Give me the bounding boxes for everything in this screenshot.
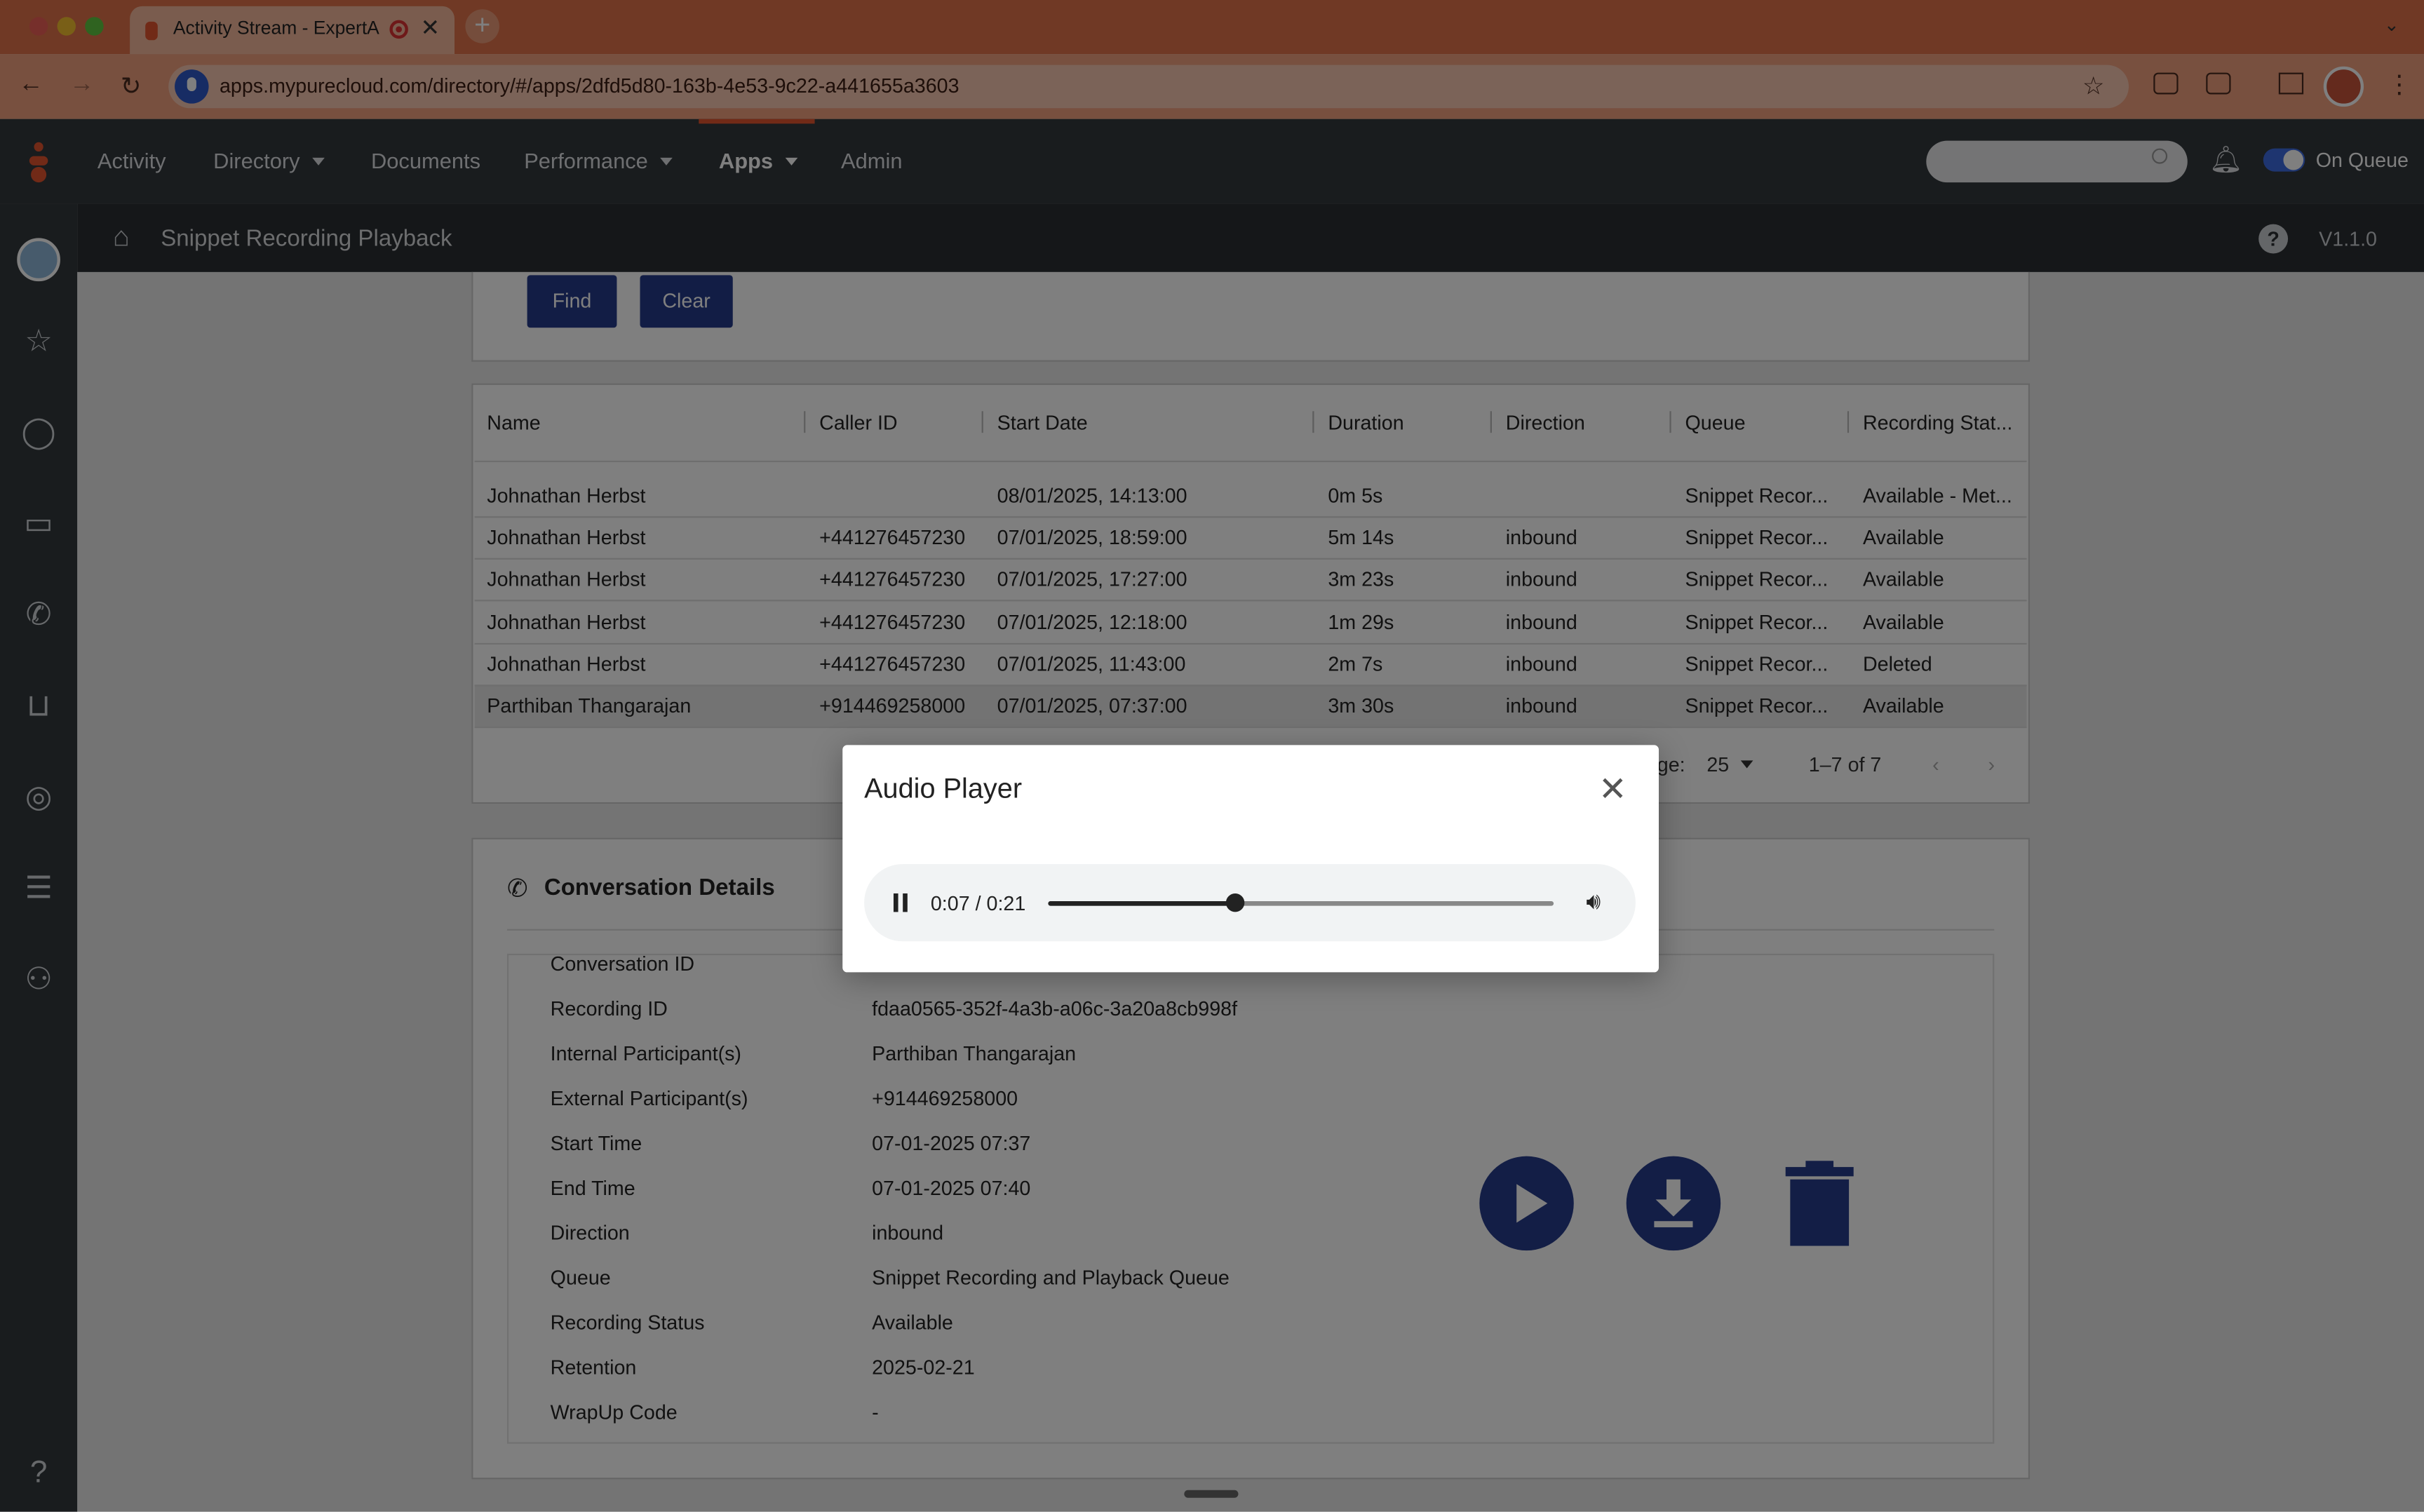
- volume-icon[interactable]: 🔊︎: [1586, 889, 1601, 914]
- close-icon[interactable]: ✕: [1598, 770, 1627, 810]
- seek-handle[interactable]: [1225, 893, 1245, 912]
- scroll-handle[interactable]: [1184, 1490, 1239, 1498]
- pause-icon[interactable]: [892, 893, 909, 912]
- dialog-title: Audio Player: [864, 773, 1023, 804]
- seek-progress: [1048, 900, 1236, 906]
- playback-time: 0:07 / 0:21: [930, 891, 1026, 915]
